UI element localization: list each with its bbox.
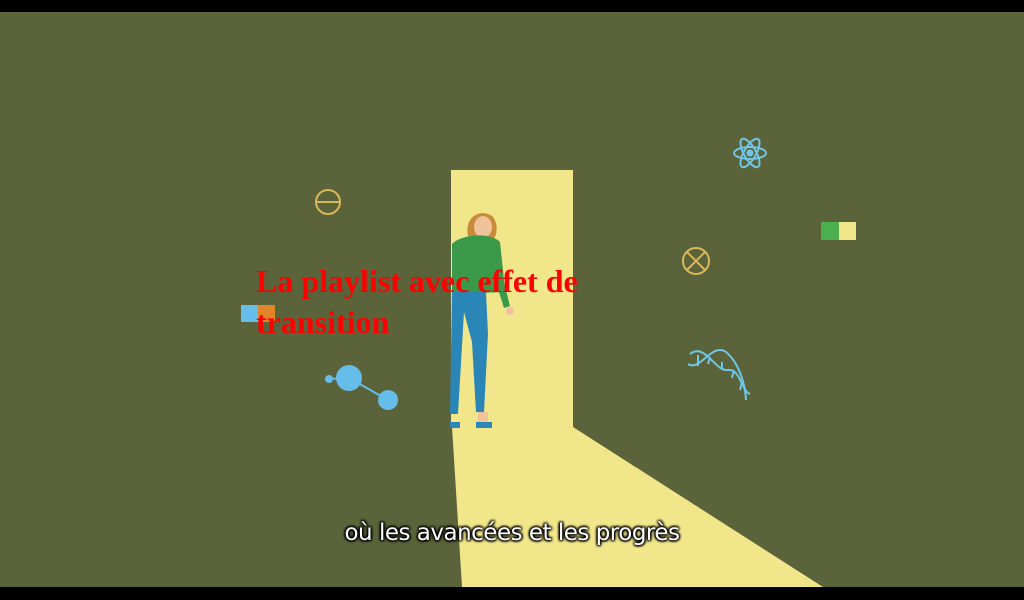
green-yellow-block-icon: [821, 222, 856, 240]
light-beam: [452, 427, 823, 587]
overlay-title: La playlist avec effet de transition: [256, 263, 578, 340]
theta-circle-icon: [315, 189, 341, 215]
atom-icon: [733, 137, 767, 169]
dna-helix-icon: [687, 348, 751, 401]
video-player[interactable]: La playlist avec effet de transition où …: [0, 0, 1024, 600]
molecule-icon: [325, 365, 398, 410]
video-frame[interactable]: La playlist avec effet de transition où …: [0, 12, 1024, 587]
crossed-circle-icon: [682, 247, 710, 275]
subtitle-caption: où les avancées et les progrès: [344, 520, 680, 546]
